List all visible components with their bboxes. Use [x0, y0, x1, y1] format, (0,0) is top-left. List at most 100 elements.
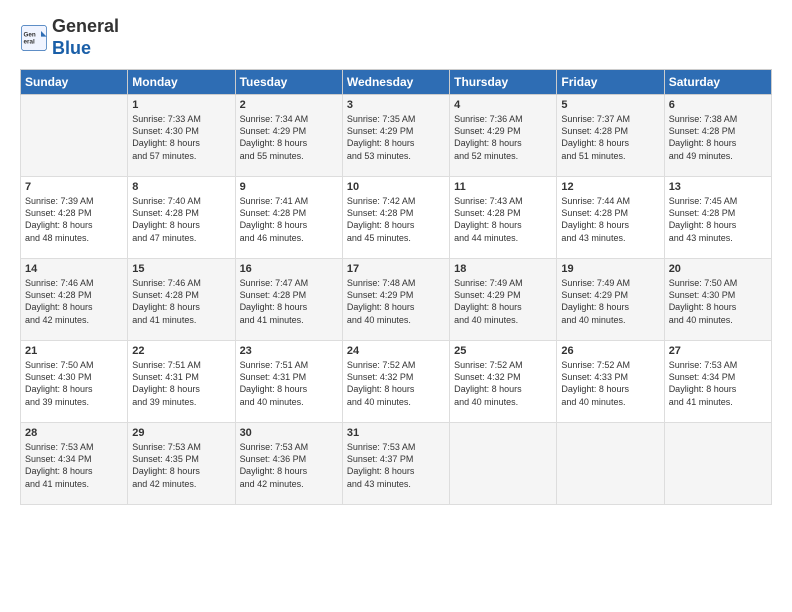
day-cell: 9 Sunrise: 7:41 AMSunset: 4:28 PMDaylight… [235, 177, 342, 259]
cell-info: Sunrise: 7:43 AMSunset: 4:28 PMDaylight:… [454, 195, 552, 244]
cell-info: Sunrise: 7:44 AMSunset: 4:28 PMDaylight:… [561, 195, 659, 244]
cell-info: Sunrise: 7:46 AMSunset: 4:28 PMDaylight:… [25, 277, 123, 326]
cell-info: Sunrise: 7:49 AMSunset: 4:29 PMDaylight:… [561, 277, 659, 326]
week-row-3: 14Sunrise: 7:46 AMSunset: 4:28 PMDayligh… [21, 259, 772, 341]
day-number: 22 [132, 345, 230, 357]
day-number: 15 [132, 263, 230, 275]
svg-text:eral: eral [24, 38, 35, 45]
day-number: 23 [240, 345, 338, 357]
cell-info: Sunrise: 7:53 AMSunset: 4:37 PMDaylight:… [347, 441, 445, 490]
calendar-table: SundayMondayTuesdayWednesdayThursdayFrid… [20, 69, 772, 505]
cell-info: Sunrise: 7:50 AMSunset: 4:30 PMDaylight:… [25, 359, 123, 408]
cell-info: Sunrise: 7:53 AMSunset: 4:36 PMDaylight:… [240, 441, 338, 490]
day-cell: 28 Sunrise: 7:53 AMSunset: 4:34 PMDayligh… [21, 423, 128, 505]
day-number: 2 [240, 99, 338, 111]
day-cell: 21 Sunrise: 7:50 AMSunset: 4:30 PMDayligh… [21, 341, 128, 423]
day-number: 18 [454, 263, 552, 275]
logo-text-line2: Blue [52, 38, 119, 60]
day-cell: 14Sunrise: 7:46 AMSunset: 4:28 PMDayligh… [21, 259, 128, 341]
cell-info: Sunrise: 7:39 AMSunset: 4:28 PMDaylight:… [25, 195, 123, 244]
week-row-1: 1Sunrise: 7:33 AMSunset: 4:30 PMDaylight… [21, 95, 772, 177]
day-cell: 10 Sunrise: 7:42 AMSunset: 4:28 PMDayligh… [342, 177, 449, 259]
day-cell [450, 423, 557, 505]
day-cell: 17 Sunrise: 7:48 AMSunset: 4:29 PMDayligh… [342, 259, 449, 341]
day-cell: 26Sunrise: 7:52 AMSunset: 4:33 PMDayligh… [557, 341, 664, 423]
svg-text:Gen: Gen [24, 31, 36, 38]
cell-info: Sunrise: 7:34 AMSunset: 4:29 PMDaylight:… [240, 113, 338, 162]
cell-info: Sunrise: 7:50 AMSunset: 4:30 PMDaylight:… [669, 277, 767, 326]
day-cell: 23 Sunrise: 7:51 AMSunset: 4:31 PMDayligh… [235, 341, 342, 423]
day-number: 20 [669, 263, 767, 275]
day-number: 11 [454, 181, 552, 193]
day-cell: 7 Sunrise: 7:39 AMSunset: 4:28 PMDaylight… [21, 177, 128, 259]
day-number: 19 [561, 263, 659, 275]
cell-info: Sunrise: 7:35 AMSunset: 4:29 PMDaylight:… [347, 113, 445, 162]
logo-text-line1: General [52, 16, 119, 38]
day-cell: 8 Sunrise: 7:40 AMSunset: 4:28 PMDaylight… [128, 177, 235, 259]
calendar-page: Gen eral General Blue SundayMondayTuesda… [0, 0, 792, 612]
day-number: 25 [454, 345, 552, 357]
day-number: 24 [347, 345, 445, 357]
day-cell: 18Sunrise: 7:49 AMSunset: 4:29 PMDayligh… [450, 259, 557, 341]
cell-info: Sunrise: 7:33 AMSunset: 4:30 PMDaylight:… [132, 113, 230, 162]
cell-info: Sunrise: 7:45 AMSunset: 4:28 PMDaylight:… [669, 195, 767, 244]
day-number: 10 [347, 181, 445, 193]
week-row-5: 28 Sunrise: 7:53 AMSunset: 4:34 PMDayligh… [21, 423, 772, 505]
day-number: 7 [25, 181, 123, 193]
cell-info: Sunrise: 7:51 AMSunset: 4:31 PMDaylight:… [132, 359, 230, 408]
day-cell: 5 Sunrise: 7:37 AMSunset: 4:28 PMDaylight… [557, 95, 664, 177]
day-cell [557, 423, 664, 505]
day-number: 29 [132, 427, 230, 439]
cell-info: Sunrise: 7:53 AMSunset: 4:34 PMDaylight:… [669, 359, 767, 408]
day-number: 17 [347, 263, 445, 275]
logo-icon: Gen eral [20, 24, 48, 52]
logo: Gen eral General Blue [20, 16, 119, 59]
cell-info: Sunrise: 7:48 AMSunset: 4:29 PMDaylight:… [347, 277, 445, 326]
day-number: 4 [454, 99, 552, 111]
header: Gen eral General Blue [20, 16, 772, 59]
day-number: 8 [132, 181, 230, 193]
day-number: 3 [347, 99, 445, 111]
day-cell: 22 Sunrise: 7:51 AMSunset: 4:31 PMDayligh… [128, 341, 235, 423]
cell-info: Sunrise: 7:40 AMSunset: 4:28 PMDaylight:… [132, 195, 230, 244]
day-cell: 4Sunrise: 7:36 AMSunset: 4:29 PMDaylight… [450, 95, 557, 177]
cell-info: Sunrise: 7:37 AMSunset: 4:28 PMDaylight:… [561, 113, 659, 162]
weekday-header-thursday: Thursday [450, 70, 557, 95]
day-cell: 1Sunrise: 7:33 AMSunset: 4:30 PMDaylight… [128, 95, 235, 177]
cell-info: Sunrise: 7:52 AMSunset: 4:32 PMDaylight:… [454, 359, 552, 408]
cell-info: Sunrise: 7:38 AMSunset: 4:28 PMDaylight:… [669, 113, 767, 162]
day-number: 30 [240, 427, 338, 439]
cell-info: Sunrise: 7:51 AMSunset: 4:31 PMDaylight:… [240, 359, 338, 408]
cell-info: Sunrise: 7:47 AMSunset: 4:28 PMDaylight:… [240, 277, 338, 326]
day-cell: 6Sunrise: 7:38 AMSunset: 4:28 PMDaylight… [664, 95, 771, 177]
weekday-header-row: SundayMondayTuesdayWednesdayThursdayFrid… [21, 70, 772, 95]
day-number: 31 [347, 427, 445, 439]
day-cell: 20 Sunrise: 7:50 AMSunset: 4:30 PMDayligh… [664, 259, 771, 341]
day-number: 5 [561, 99, 659, 111]
day-cell [21, 95, 128, 177]
cell-info: Sunrise: 7:53 AMSunset: 4:34 PMDaylight:… [25, 441, 123, 490]
day-cell: 31 Sunrise: 7:53 AMSunset: 4:37 PMDayligh… [342, 423, 449, 505]
day-number: 21 [25, 345, 123, 357]
day-cell [664, 423, 771, 505]
cell-info: Sunrise: 7:53 AMSunset: 4:35 PMDaylight:… [132, 441, 230, 490]
day-cell: 24 Sunrise: 7:52 AMSunset: 4:32 PMDayligh… [342, 341, 449, 423]
day-cell: 30 Sunrise: 7:53 AMSunset: 4:36 PMDayligh… [235, 423, 342, 505]
cell-info: Sunrise: 7:41 AMSunset: 4:28 PMDaylight:… [240, 195, 338, 244]
cell-info: Sunrise: 7:42 AMSunset: 4:28 PMDaylight:… [347, 195, 445, 244]
day-number: 28 [25, 427, 123, 439]
day-cell: 16 Sunrise: 7:47 AMSunset: 4:28 PMDayligh… [235, 259, 342, 341]
weekday-header-monday: Monday [128, 70, 235, 95]
day-cell: 27Sunrise: 7:53 AMSunset: 4:34 PMDayligh… [664, 341, 771, 423]
day-number: 9 [240, 181, 338, 193]
day-cell: 11 Sunrise: 7:43 AMSunset: 4:28 PMDayligh… [450, 177, 557, 259]
day-number: 26 [561, 345, 659, 357]
day-cell: 12Sunrise: 7:44 AMSunset: 4:28 PMDayligh… [557, 177, 664, 259]
cell-info: Sunrise: 7:52 AMSunset: 4:32 PMDaylight:… [347, 359, 445, 408]
cell-info: Sunrise: 7:46 AMSunset: 4:28 PMDaylight:… [132, 277, 230, 326]
day-cell: 15 Sunrise: 7:46 AMSunset: 4:28 PMDayligh… [128, 259, 235, 341]
day-number: 13 [669, 181, 767, 193]
weekday-header-friday: Friday [557, 70, 664, 95]
day-number: 16 [240, 263, 338, 275]
day-cell: 29 Sunrise: 7:53 AMSunset: 4:35 PMDayligh… [128, 423, 235, 505]
